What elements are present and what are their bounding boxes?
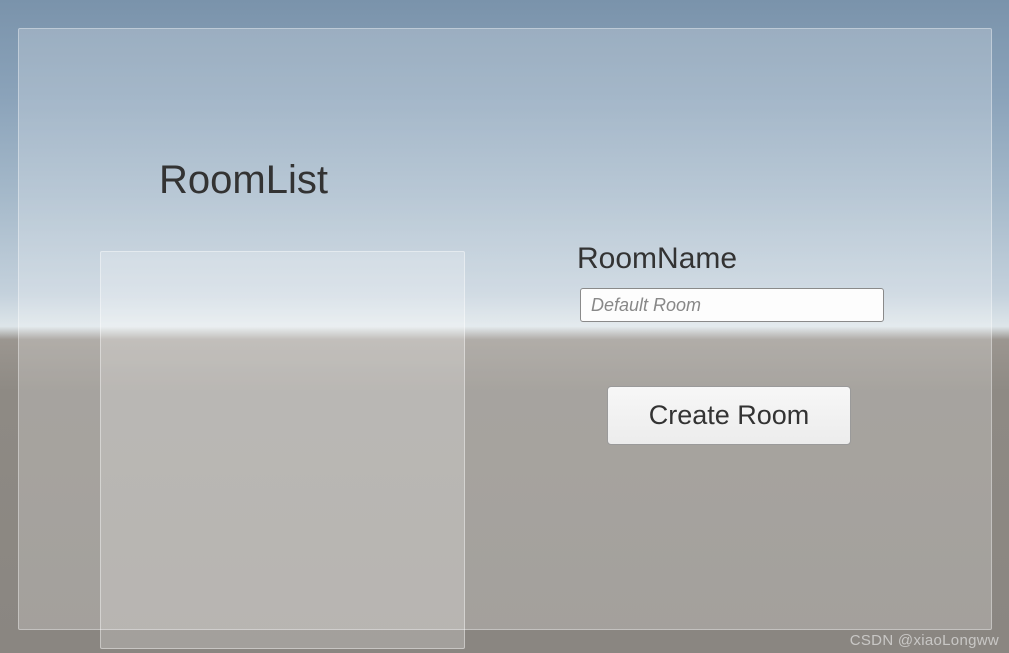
room-name-label: RoomName — [577, 242, 737, 276]
ui-panel: RoomList RoomName Create Room — [18, 28, 992, 630]
room-list-label: RoomList — [159, 158, 328, 203]
room-list-scrollview[interactable] — [100, 251, 465, 649]
watermark: CSDN @xiaoLongww — [850, 632, 999, 649]
room-name-input[interactable] — [580, 288, 884, 322]
create-room-button[interactable]: Create Room — [607, 386, 851, 445]
